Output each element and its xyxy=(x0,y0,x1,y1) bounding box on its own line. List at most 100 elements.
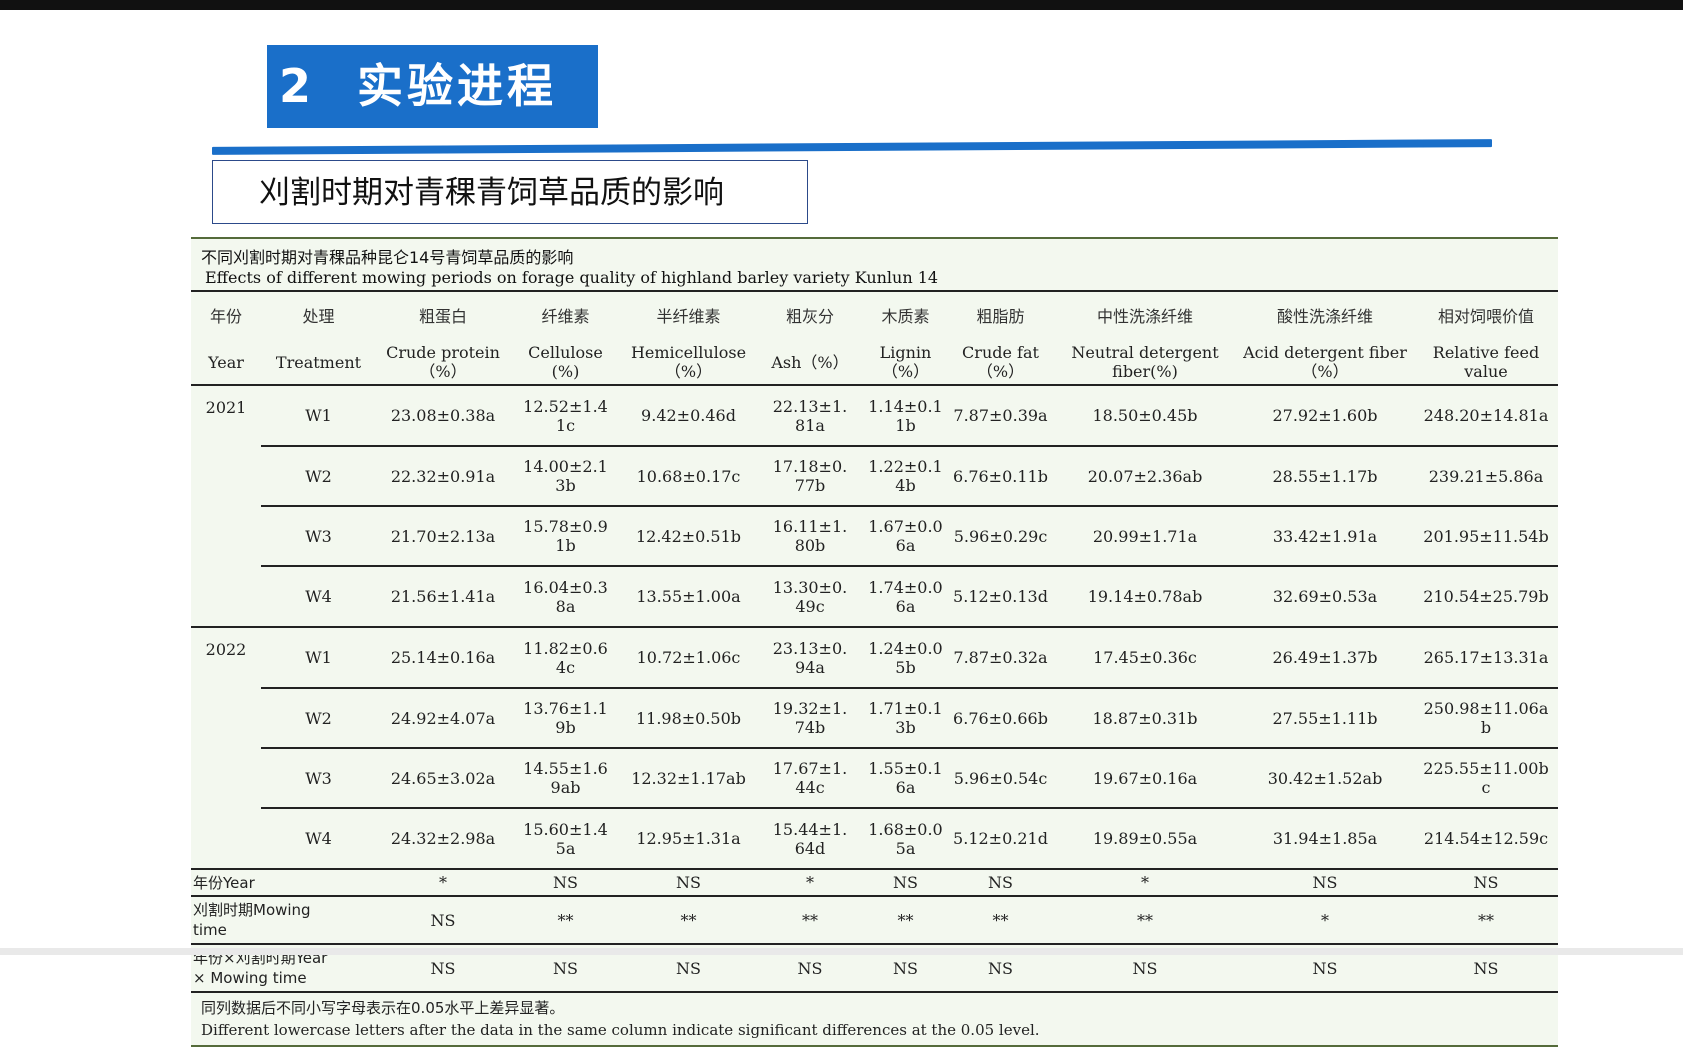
column-header-en: Lignin （%） xyxy=(864,340,947,386)
value-cell: 265.17±13.31a xyxy=(1414,627,1558,689)
header-row-cn: 年份 处理 粗蛋白 纤维素 半纤维素 粗灰分 木质素 粗脂肪 中性洗涤纤维 酸性洗涤纤维 相对饲喂价… xyxy=(191,292,1558,340)
table-row: W4 21.56±1.41a 16.04±0.3 8a 13.55±1.00a 13.3… xyxy=(191,566,1558,628)
value-cell: 225.55±11.00b c xyxy=(1414,748,1558,809)
value-cell: 20.07±2.36ab xyxy=(1054,446,1236,507)
column-header-en: Cellulose (%) xyxy=(510,340,621,386)
year-cell xyxy=(191,566,261,628)
forage-quality-table: 年份 处理 粗蛋白 纤维素 半纤维素 粗灰分 木质素 粗脂肪 中性洗涤纤维 酸性洗涤纤维 相对饲喂价… xyxy=(191,292,1558,993)
treatment-cell: W2 xyxy=(261,446,376,507)
treatment-cell: W1 xyxy=(261,385,376,447)
value-cell: 27.55±1.11b xyxy=(1236,688,1414,749)
significance-value: NS xyxy=(947,869,1054,897)
value-cell: 13.76±1.1 9b xyxy=(510,688,621,749)
value-cell: 15.44±1. 64d xyxy=(756,808,864,870)
value-cell: 19.32±1. 74b xyxy=(756,688,864,749)
value-cell: 6.76±0.66b xyxy=(947,688,1054,749)
column-header-en: Crude fat （%） xyxy=(947,340,1054,386)
year-cell xyxy=(191,808,261,870)
significance-value: NS xyxy=(1414,869,1558,897)
value-cell: 22.32±0.91a xyxy=(376,446,510,507)
value-cell: 14.55±1.6 9ab xyxy=(510,748,621,809)
column-header-cn: 粗灰分 xyxy=(785,306,834,326)
significance-row: 年份Year * NS NS * NS NS * NS NS xyxy=(191,869,1558,897)
value-cell: 5.12±0.21d xyxy=(947,808,1054,870)
column-header-cn: 纤维素 xyxy=(541,306,590,326)
value-cell: 1.74±0.0 6a xyxy=(864,566,947,628)
value-cell: 19.67±0.16a xyxy=(1054,748,1236,809)
year-cell xyxy=(191,688,261,748)
significance-value: ** xyxy=(1054,896,1236,945)
value-cell: 18.50±0.45b xyxy=(1054,385,1236,447)
value-cell: 15.60±1.4 5a xyxy=(510,808,621,870)
value-cell: 26.49±1.37b xyxy=(1236,627,1414,689)
value-cell: 7.87±0.32a xyxy=(947,627,1054,689)
treatment-cell: W3 xyxy=(261,748,376,809)
significance-value: ** xyxy=(510,896,621,945)
quality-table-panel: 不同刈割时期对青稞品种昆仑14号青饲草品质的影响 Effects of diff… xyxy=(191,237,1558,1047)
subtitle: 刈割时期对青稞青饲草品质的影响 xyxy=(212,160,808,224)
significance-value: * xyxy=(376,869,510,897)
value-cell: 20.99±1.71a xyxy=(1054,506,1236,567)
column-header-en: Relative feed value xyxy=(1414,340,1558,386)
table-row: 2022 W1 25.14±0.16a 11.82±0.6 4c 10.72±1.06c… xyxy=(191,627,1558,689)
treatment-cell: W4 xyxy=(261,808,376,870)
value-cell: 239.21±5.86a xyxy=(1414,446,1558,507)
value-cell: 31.94±1.85a xyxy=(1236,808,1414,870)
table-row: W4 24.32±2.98a 15.60±1.4 5a 12.95±1.31a 15.4… xyxy=(191,808,1558,870)
value-cell: 23.08±0.38a xyxy=(376,385,510,447)
value-cell: 12.32±1.17ab xyxy=(621,748,756,809)
value-cell: 33.42±1.91a xyxy=(1236,506,1414,567)
value-cell: 28.55±1.17b xyxy=(1236,446,1414,507)
significance-label: 刈割时期Mowing time xyxy=(191,896,376,945)
value-cell: 16.11±1. 80b xyxy=(756,506,864,567)
column-header-cn: 处理 xyxy=(302,306,335,326)
treatment-cell: W1 xyxy=(261,627,376,689)
column-header-en: Crude protein （%） xyxy=(376,340,510,386)
value-cell: 6.76±0.11b xyxy=(947,446,1054,507)
value-cell: 18.87±0.31b xyxy=(1054,688,1236,749)
year-cell xyxy=(191,446,261,506)
value-cell: 13.55±1.00a xyxy=(621,566,756,628)
table-caption-en: Effects of different mowing periods on f… xyxy=(205,268,939,287)
value-cell: 30.42±1.52ab xyxy=(1236,748,1414,809)
value-cell: 5.12±0.13d xyxy=(947,566,1054,628)
table-row: 2021 W1 23.08±0.38a 12.52±1.4 1c 9.42±0.46d 2… xyxy=(191,385,1558,447)
significance-value: NS xyxy=(621,869,756,897)
value-cell: 32.69±0.53a xyxy=(1236,566,1414,628)
value-cell: 1.68±0.0 5a xyxy=(864,808,947,870)
table-note-en: Different lowercase letters after the da… xyxy=(191,1019,1558,1047)
significance-value: ** xyxy=(756,896,864,945)
value-cell: 27.92±1.60b xyxy=(1236,385,1414,447)
column-header-cn: 木质素 xyxy=(881,306,930,326)
value-cell: 10.68±0.17c xyxy=(621,446,756,507)
column-header-cn: 粗蛋白 xyxy=(418,306,467,326)
value-cell: 250.98±11.06a b xyxy=(1414,688,1558,749)
value-cell: 21.56±1.41a xyxy=(376,566,510,628)
value-cell: 201.95±11.54b xyxy=(1414,506,1558,567)
top-bar xyxy=(0,0,1683,10)
value-cell: 5.96±0.29c xyxy=(947,506,1054,567)
column-header-en: Acid detergent fiber （%） xyxy=(1236,340,1414,386)
value-cell: 25.14±0.16a xyxy=(376,627,510,689)
treatment-cell: W2 xyxy=(261,688,376,749)
header-row-en: Year Treatment Crude protein （%） Cellulose … xyxy=(191,340,1558,386)
value-cell: 22.13±1. 81a xyxy=(756,385,864,447)
value-cell: 23.13±0. 94a xyxy=(756,627,864,689)
section-number: 2 xyxy=(279,59,316,113)
value-cell: 17.45±0.36c xyxy=(1054,627,1236,689)
value-cell: 17.67±1. 44c xyxy=(756,748,864,809)
value-cell: 17.18±0. 77b xyxy=(756,446,864,507)
table-note-cn: 同列数据后不同小写字母表示在0.05水平上差异显著。 xyxy=(201,999,565,1017)
table-row: W2 24.92±4.07a 13.76±1.1 9b 11.98±0.50b 19.3… xyxy=(191,688,1558,749)
value-cell: 1.55±0.1 6a xyxy=(864,748,947,809)
value-cell: 1.67±0.0 6a xyxy=(864,506,947,567)
significance-row: 刈割时期Mowing time NS ** ** ** ** ** ** * ** xyxy=(191,896,1558,945)
value-cell: 19.89±0.55a xyxy=(1054,808,1236,870)
column-header-cn: 半纤维素 xyxy=(656,306,721,326)
significance-label: 年份Year xyxy=(191,869,376,897)
column-header-en: Neutral detergent fiber(%) xyxy=(1054,340,1236,386)
value-cell: 12.52±1.4 1c xyxy=(510,385,621,447)
divider-line xyxy=(212,139,1492,155)
value-cell: 24.65±3.02a xyxy=(376,748,510,809)
value-cell: 11.98±0.50b xyxy=(621,688,756,749)
